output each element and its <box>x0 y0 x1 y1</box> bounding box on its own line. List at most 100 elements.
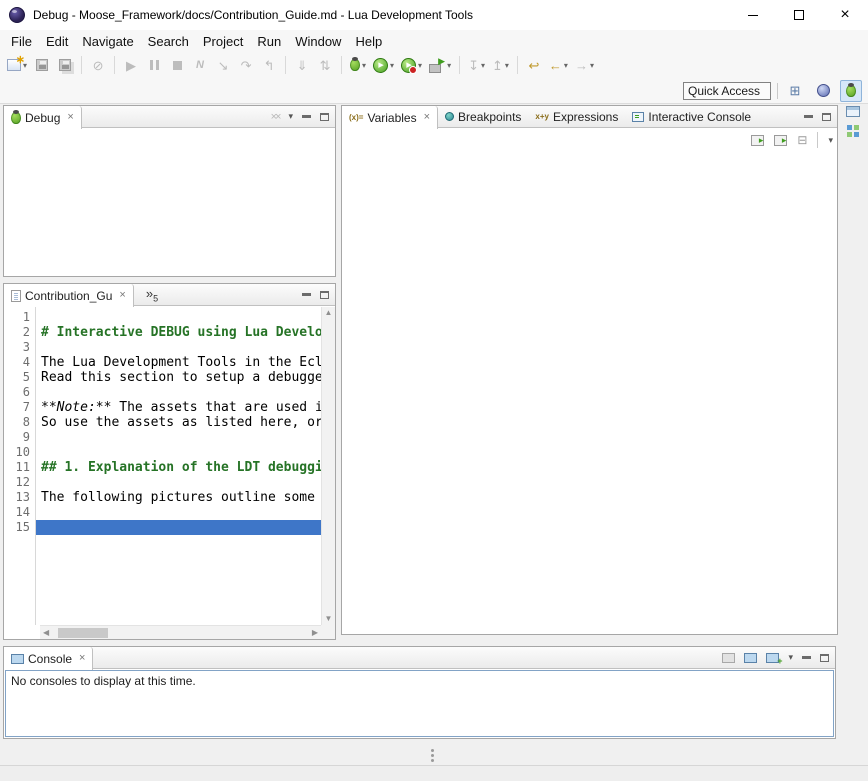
scroll-right-icon[interactable]: ▶ <box>312 629 318 637</box>
back-button[interactable]: ←▾ <box>546 54 571 76</box>
dropdown-icon[interactable]: ▾ <box>788 652 793 663</box>
editor-vertical-scrollbar[interactable]: ▲ ▼ <box>321 307 335 625</box>
code-line[interactable]: The following pictures outline some o <box>36 490 321 505</box>
menu-project[interactable]: Project <box>196 32 250 51</box>
menu-run[interactable]: Run <box>250 32 288 51</box>
menu-navigate[interactable]: Navigate <box>75 32 140 51</box>
terminate-button[interactable] <box>166 54 188 76</box>
editor-horizontal-scrollbar[interactable]: ◀ ▶ <box>40 625 321 639</box>
close-tab-icon[interactable]: × <box>67 112 73 123</box>
console-content[interactable]: No consoles to display at this time. <box>5 670 834 737</box>
line-number[interactable]: 14 <box>4 505 35 520</box>
scroll-up-icon[interactable]: ▲ <box>325 309 333 317</box>
code-line[interactable]: So use the assets as listed here, or y <box>36 415 321 430</box>
run-button[interactable]: ▾ <box>370 54 397 76</box>
menu-help[interactable]: Help <box>348 32 389 51</box>
variables-content[interactable] <box>342 152 837 634</box>
step-into-button[interactable]: ↘ <box>212 54 234 76</box>
debug-view-content[interactable] <box>4 129 335 276</box>
close-tab-icon[interactable]: × <box>424 112 430 123</box>
close-tab-icon[interactable]: × <box>79 653 85 664</box>
maximize-window-button[interactable] <box>776 0 822 30</box>
editor-text-area[interactable]: 123456789101112131415 # Interactive DEBU… <box>4 307 321 625</box>
line-number[interactable]: 12 <box>4 475 35 490</box>
close-window-button[interactable]: × <box>822 0 868 30</box>
line-number[interactable]: 9 <box>4 430 35 445</box>
tab-breakpoints[interactable]: Breakpoints <box>438 106 528 127</box>
new-button[interactable]: ▾ <box>4 54 30 76</box>
line-number[interactable]: 6 <box>4 385 35 400</box>
step-over-button[interactable]: ↷ <box>235 54 257 76</box>
line-number[interactable]: 5 <box>4 370 35 385</box>
minimize-view-icon[interactable] <box>302 293 311 296</box>
step-return-button[interactable]: ↰ <box>258 54 280 76</box>
open-console-page-icon[interactable] <box>722 653 735 663</box>
maximize-view-icon[interactable] <box>822 113 831 121</box>
scrollbar-thumb[interactable] <box>58 628 108 638</box>
disconnect-button[interactable]: N <box>189 54 211 76</box>
show-type-names-icon[interactable] <box>751 135 764 146</box>
code-line[interactable] <box>36 505 321 520</box>
scroll-left-icon[interactable]: ◀ <box>43 629 49 637</box>
outline-view-icon[interactable] <box>847 125 860 138</box>
view-menu-icon[interactable]: ▾ <box>288 111 293 122</box>
code-line[interactable] <box>36 385 321 400</box>
sash-handle[interactable] <box>431 749 434 752</box>
line-number[interactable]: 1 <box>4 310 35 325</box>
code-line[interactable] <box>36 430 321 445</box>
use-step-filters-button[interactable]: ⇅ <box>314 54 336 76</box>
code-line[interactable]: ## 1. Explanation of the LDT debuggin <box>36 460 321 475</box>
maximize-view-icon[interactable] <box>320 291 329 299</box>
minimize-view-icon[interactable] <box>802 656 811 659</box>
save-all-button[interactable] <box>54 54 76 76</box>
line-number[interactable]: 10 <box>4 445 35 460</box>
resume-button[interactable]: ▶ <box>120 54 142 76</box>
code-line[interactable] <box>36 310 321 325</box>
code-line[interactable] <box>36 445 321 460</box>
remove-terminated-icon[interactable]: ×× <box>271 111 280 123</box>
line-number[interactable]: 4 <box>4 355 35 370</box>
open-perspective-button[interactable]: ⊞ <box>784 80 806 102</box>
collapse-all-icon[interactable]: ⊟ <box>797 134 807 146</box>
save-button[interactable] <box>31 54 53 76</box>
menu-search[interactable]: Search <box>141 32 196 51</box>
open-console-icon[interactable] <box>766 653 779 663</box>
code-line[interactable] <box>36 520 321 535</box>
menu-edit[interactable]: Edit <box>39 32 75 51</box>
forward-button[interactable]: →▾ <box>572 54 597 76</box>
line-number[interactable]: 7 <box>4 400 35 415</box>
code-line[interactable]: # Interactive DEBUG using Lua Develop <box>36 325 321 340</box>
editor-tab-overflow[interactable]: »5 <box>146 286 158 304</box>
tab-debug[interactable]: Debug × <box>4 106 82 129</box>
minimize-view-icon[interactable] <box>804 115 813 118</box>
minimize-window-button[interactable] <box>730 0 776 30</box>
line-number[interactable]: 13 <box>4 490 35 505</box>
tab-variables[interactable]: (x)= Variables × <box>342 106 438 129</box>
next-annotation-button[interactable]: ↧▾ <box>465 54 488 76</box>
code-line[interactable] <box>36 340 321 355</box>
line-number[interactable]: 11 <box>4 460 35 475</box>
suspend-button[interactable] <box>143 54 165 76</box>
last-edit-location-button[interactable]: ↩ <box>523 54 545 76</box>
restore-view-icon[interactable] <box>846 106 860 117</box>
external-tools-button[interactable]: ▾ <box>426 54 454 76</box>
maximize-view-icon[interactable] <box>320 113 329 121</box>
menu-file[interactable]: File <box>4 32 39 51</box>
debug-perspective-button[interactable] <box>840 80 862 102</box>
tab-expressions[interactable]: x+y Expressions <box>528 106 625 127</box>
drop-to-frame-button[interactable]: ⇓ <box>291 54 313 76</box>
tab-interactive-console[interactable]: Interactive Console <box>625 106 758 127</box>
tab-contribution-guide[interactable]: Contribution_Gu × <box>4 284 134 307</box>
line-number[interactable]: 2 <box>4 325 35 340</box>
quick-access-box[interactable]: Quick Access <box>683 82 771 100</box>
debug-button[interactable]: ▾ <box>347 54 369 76</box>
previous-annotation-button[interactable]: ↥▾ <box>489 54 512 76</box>
close-tab-icon[interactable]: × <box>119 290 125 301</box>
code-line[interactable] <box>36 475 321 490</box>
ldt-perspective-button[interactable] <box>812 80 834 102</box>
show-logical-structures-icon[interactable] <box>774 135 787 146</box>
menu-window[interactable]: Window <box>288 32 348 51</box>
scroll-down-icon[interactable]: ▼ <box>325 615 333 623</box>
maximize-view-icon[interactable] <box>820 654 829 662</box>
display-selected-console-icon[interactable] <box>744 653 757 663</box>
